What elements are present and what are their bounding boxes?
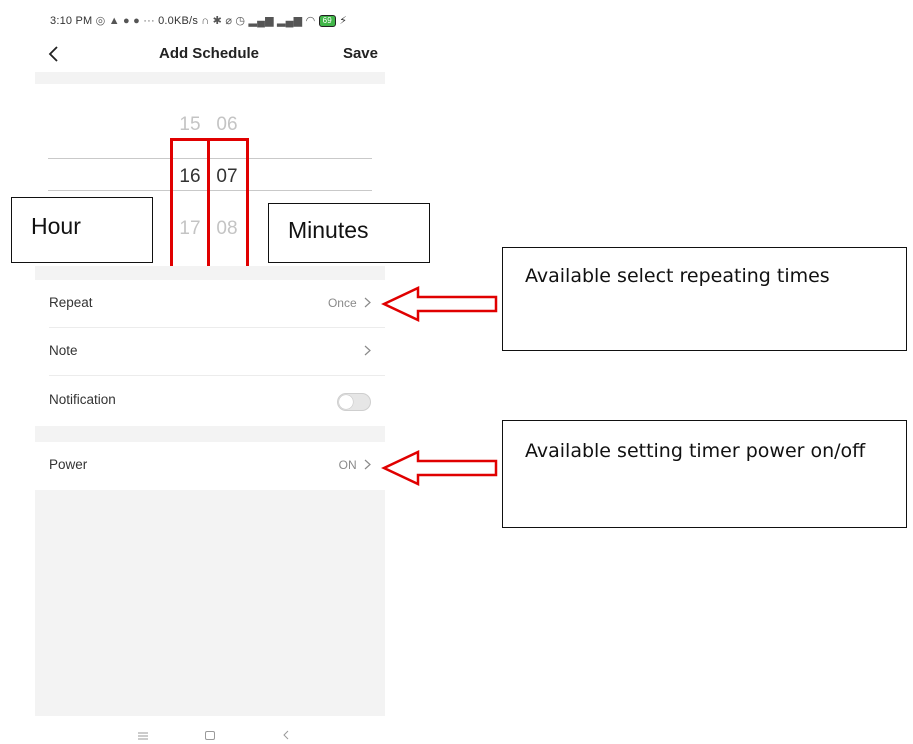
minutes-annotation-label: Minutes [288,217,369,243]
minutes-annotation-box: Minutes [268,203,430,263]
section-separator [35,266,385,280]
note-row[interactable]: Note [35,328,385,376]
power-callout-text: Available setting timer power on/off [525,440,866,462]
hour-annotation-box: Hour [11,197,153,263]
page-title: Add Schedule [158,45,259,62]
battery-icon: 69 [318,15,336,27]
repeat-callout-arrow-icon [381,286,498,322]
back-icon [283,730,289,740]
empty-content-area [35,490,385,716]
note-value [360,344,371,358]
battery-level: 69 [322,16,332,25]
hour-option-prev[interactable]: 15 [172,114,208,136]
notification-toggle[interactable] [337,393,371,411]
repeat-value: Once [328,296,371,310]
status-icons: ◎ ▲ ● ● ··· [95,15,159,27]
back-arrow-icon [48,46,58,62]
notification-label: Notification [49,392,116,407]
repeat-callout-text: Available select repeating times [525,265,830,287]
chevron-right-icon [364,297,371,308]
menu-button[interactable] [138,728,148,743]
status-time: 3:10 PM [50,15,93,27]
repeat-row[interactable]: Repeat Once [35,280,385,328]
notification-row: Notification [35,377,385,425]
power-callout-arrow-icon [381,450,498,486]
charging-icon: ⚡ [339,15,348,27]
note-label: Note [49,343,78,358]
hour-annotation-label: Hour [31,213,81,239]
power-label: Power [49,457,88,472]
chevron-right-icon [364,345,371,356]
minute-option-prev[interactable]: 06 [209,114,245,136]
power-value-text: ON [338,458,357,472]
back-button[interactable] [48,40,72,68]
row-divider [49,375,385,376]
home-icon [205,731,215,740]
status-network-speed: 0.0KB/s [158,15,199,27]
header-separator [35,72,385,84]
menu-icon [138,732,148,740]
repeat-label: Repeat [49,295,93,310]
power-callout-box: Available setting timer power on/off [502,420,907,528]
section-separator [35,426,385,442]
toggle-knob [339,395,353,409]
nav-back-button[interactable] [283,728,289,743]
repeat-value-text: Once [327,296,357,310]
repeat-callout-box: Available select repeating times [502,247,907,351]
power-value: ON [339,458,371,472]
chevron-right-icon [364,459,371,470]
status-bar: 3:10 PM ◎ ▲ ● ● ··· 0.0KB/s ∩ ✱ ⌀ ◷ ▂▄▆ … [50,14,347,27]
power-row[interactable]: Power ON [35,442,385,490]
save-button[interactable]: Save [338,40,378,68]
signal-icons: ∩ ✱ ⌀ ◷ ▂▄▆ ▂▄▆ ◠ [201,15,319,27]
home-button[interactable] [205,728,215,743]
